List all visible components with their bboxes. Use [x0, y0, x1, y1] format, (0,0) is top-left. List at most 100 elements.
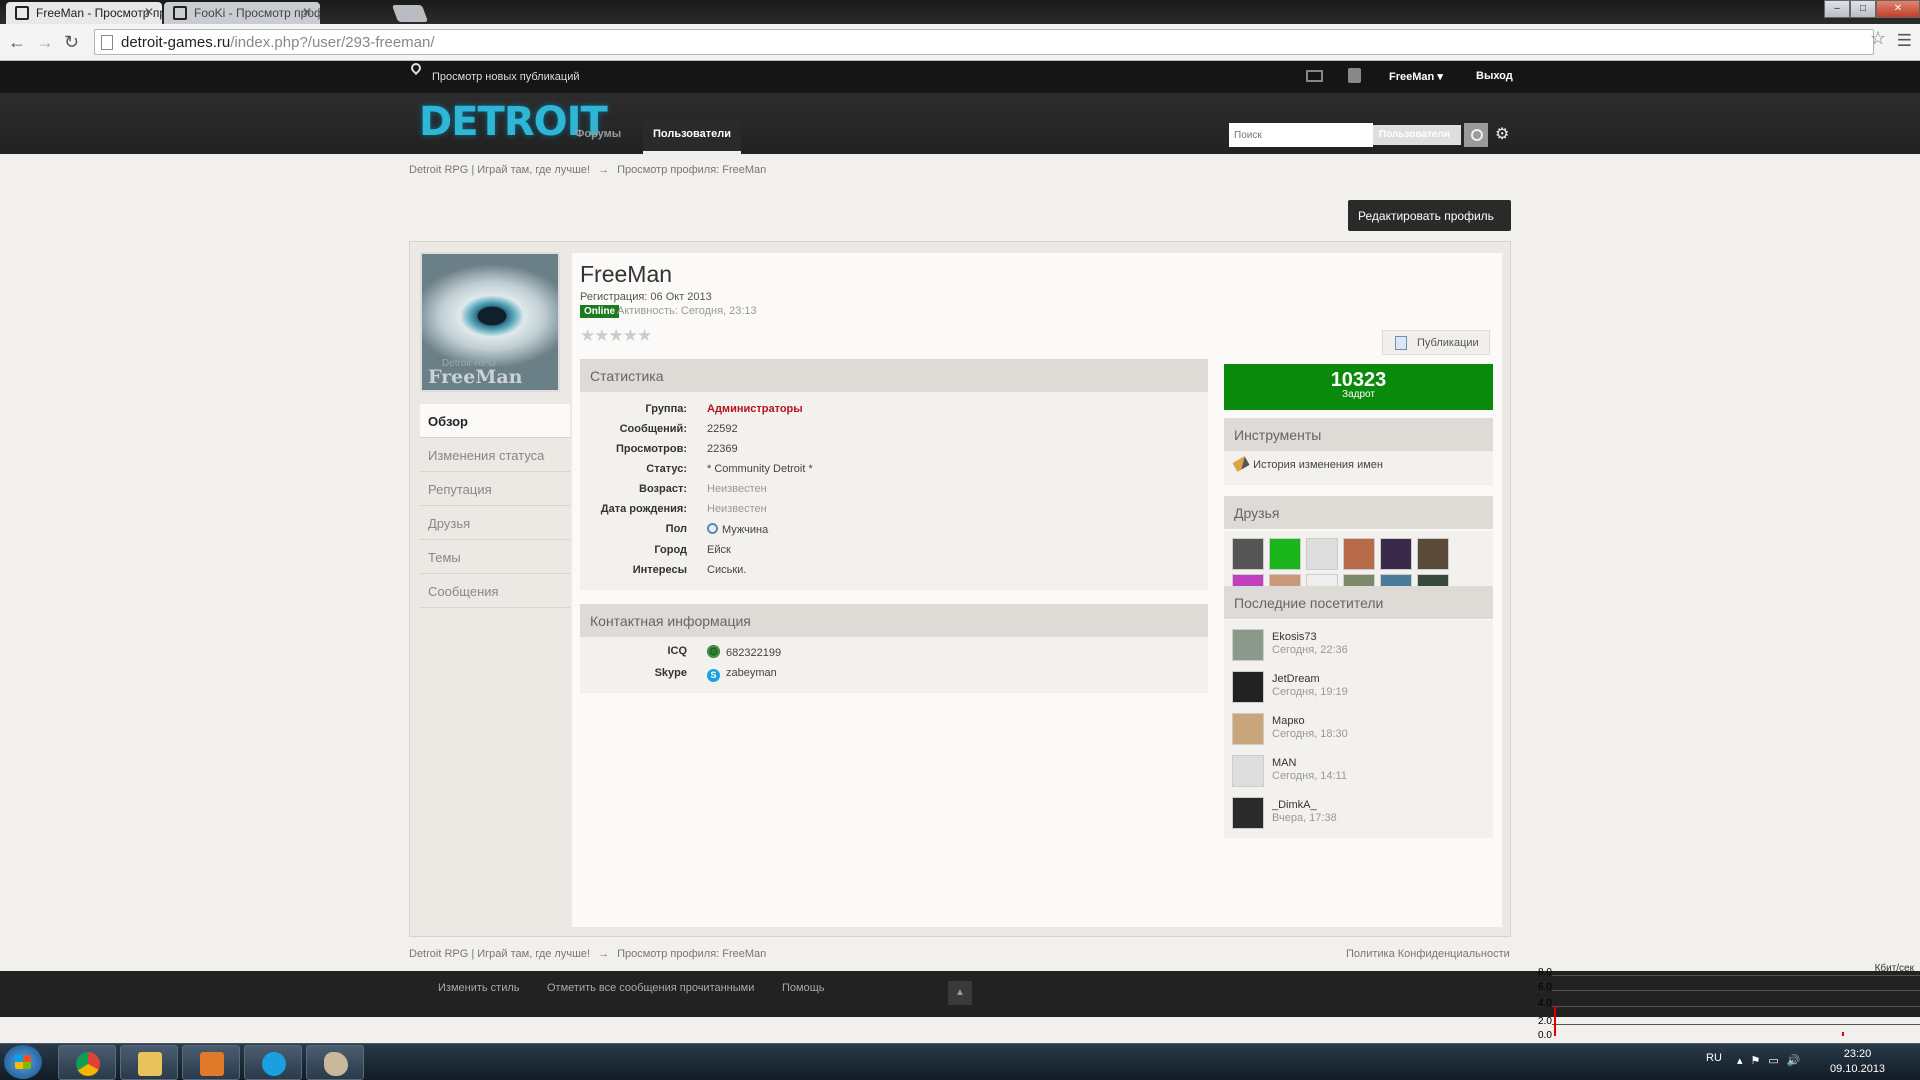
edit-profile-button[interactable]: Редактировать профиль [1348, 200, 1511, 231]
close-tab-icon[interactable]: ✕ [144, 5, 154, 19]
netmeter-scale-label: 0.0 [1538, 1030, 1552, 1041]
mark-all-read-link[interactable]: Отметить все сообщения прочитанными [547, 982, 754, 994]
browser-tab[interactable]: FooKi - Просмотр профи ✕ [164, 2, 320, 24]
friend-avatar[interactable] [1380, 538, 1412, 570]
clock-time: 23:20 [1843, 1048, 1872, 1060]
visitor-time: Сегодня, 19:19 [1272, 686, 1348, 698]
system-clock[interactable]: 23:20 09.10.2013 [1830, 1047, 1885, 1077]
stat-value-group[interactable]: Администраторы [707, 403, 803, 415]
start-button[interactable] [4, 1045, 42, 1079]
back-to-top-button[interactable]: ▲ [948, 981, 972, 1005]
avatar[interactable] [1232, 755, 1264, 787]
profile-menu-topics[interactable]: Темы [420, 540, 570, 574]
icq-icon [707, 645, 720, 658]
document-icon [1395, 336, 1407, 350]
stat-label: Группа: [645, 403, 687, 415]
friend-avatar[interactable] [1232, 538, 1264, 570]
browser-menu-icon[interactable]: ☰ [1897, 31, 1912, 51]
visitor-name[interactable]: MAN [1272, 757, 1296, 769]
stats-table: Группа: Администраторы Сообщений: 22592 … [580, 392, 1208, 590]
gear-icon[interactable]: ⚙ [1495, 124, 1509, 144]
taskbar-explorer[interactable] [120, 1045, 178, 1080]
netmeter-scale-label: 4.0 [1538, 998, 1552, 1009]
avatar[interactable] [1232, 797, 1264, 829]
name-history-link[interactable]: История изменения имен [1253, 459, 1383, 471]
breadcrumb-home[interactable]: Detroit RPG | Играй там, где лучше! [409, 948, 590, 960]
folder-icon [138, 1052, 162, 1076]
reload-icon[interactable]: ↻ [64, 32, 79, 53]
friend-avatar[interactable] [1269, 538, 1301, 570]
logo-text: DETROIT [419, 99, 608, 145]
media-player-icon [200, 1052, 224, 1076]
user-menu-label: FreeMan [1389, 71, 1435, 83]
browser-tab-active[interactable]: FreeMan - Просмотр про ✕ [6, 2, 162, 24]
friend-avatar[interactable] [1417, 538, 1449, 570]
change-style-link[interactable]: Изменить стиль [438, 982, 520, 994]
profile-menu-posts[interactable]: Сообщения [420, 574, 570, 608]
search-input[interactable] [1229, 123, 1373, 147]
close-tab-icon[interactable]: ✕ [302, 5, 312, 19]
search-icon[interactable] [1464, 123, 1488, 147]
forward-arrow-icon[interactable]: → [36, 32, 54, 53]
inbox-icon[interactable] [1306, 70, 1323, 82]
breadcrumb-home[interactable]: Detroit RPG | Играй там, где лучше! [409, 164, 590, 176]
taskbar-media-player[interactable] [182, 1045, 240, 1080]
page-icon [101, 35, 113, 50]
avatar[interactable] [1232, 629, 1264, 661]
friend-avatar[interactable] [1306, 538, 1338, 570]
visitor-name[interactable]: _DimkA_ [1272, 799, 1317, 811]
profile-menu-reputation[interactable]: Репутация [420, 472, 570, 506]
netmeter-scale-label: 2.0 [1538, 1016, 1552, 1027]
taskbar-skype[interactable] [244, 1045, 302, 1080]
avatar[interactable] [1232, 671, 1264, 703]
skype-name: zabeyman [726, 667, 777, 679]
maximize-button[interactable]: □ [1850, 0, 1876, 18]
profile-menu-overview[interactable]: Обзор [420, 404, 570, 438]
publications-button[interactable]: Публикации [1382, 330, 1490, 355]
netmeter-scale-label: 6.0 [1538, 982, 1552, 993]
taskbar-paint[interactable] [306, 1045, 364, 1080]
nav-forums[interactable]: Форумы [575, 128, 621, 140]
taskbar-chrome[interactable] [58, 1045, 116, 1080]
logout-link[interactable]: Выход [1476, 70, 1513, 82]
back-arrow-icon[interactable]: ← [8, 32, 26, 53]
minimize-button[interactable]: ‒ [1824, 0, 1850, 18]
profile-menu-status-updates[interactable]: Изменения статуса [420, 438, 570, 472]
visitor-name[interactable]: JetDream [1272, 673, 1320, 685]
site-favicon-icon [15, 6, 29, 20]
profile-username: FreeMan [580, 261, 673, 287]
profile-avatar: Detroit RPG FreeMan [420, 252, 560, 392]
new-tab-button[interactable] [391, 5, 429, 22]
new-content-link[interactable]: Просмотр новых публикаций [432, 71, 580, 83]
visitor-name[interactable]: Ekosis73 [1272, 631, 1317, 643]
close-window-button[interactable]: ✕ [1876, 0, 1920, 18]
bookmark-star-icon[interactable]: ☆ [1870, 28, 1886, 49]
site-favicon-icon [173, 6, 187, 20]
site-logo[interactable]: DETROIT [419, 98, 608, 146]
friend-avatar[interactable] [1343, 538, 1375, 570]
profile-menu-friends[interactable]: Друзья [420, 506, 570, 540]
netmeter-scale-label: 8.0 [1538, 967, 1552, 978]
notifications-icon[interactable] [1348, 68, 1361, 83]
search-scope-button[interactable]: Пользователи [1373, 125, 1461, 145]
stat-value: Ейск [707, 544, 731, 556]
breadcrumb-current: Просмотр профиля: FreeMan [617, 164, 767, 176]
visitor-time: Вчера, 17:38 [1272, 812, 1337, 824]
nav-users[interactable]: Пользователи [643, 120, 742, 154]
help-link[interactable]: Помощь [782, 982, 825, 994]
stat-label: Возраст: [639, 483, 687, 495]
breadcrumb-current: Просмотр профиля: FreeMan [617, 948, 767, 960]
contact-label: ICQ [667, 645, 687, 657]
language-indicator[interactable]: RU [1706, 1052, 1722, 1064]
privacy-policy-link[interactable]: Политика Конфиденциальности [1346, 948, 1510, 960]
visitor-name[interactable]: Марко [1272, 715, 1305, 727]
profile-main: FreeMan Регистрация: 06 Окт 2013 Online … [572, 253, 1502, 927]
avatar[interactable] [1232, 713, 1264, 745]
user-menu[interactable]: FreeMan ▾ [1389, 70, 1443, 83]
url-field[interactable]: detroit-games.ru/index.php?/user/293-fre… [94, 29, 1874, 55]
system-tray-icons[interactable]: ▴⚑▭🔊 [1737, 1054, 1808, 1067]
contact-value: 682322199 [707, 645, 781, 659]
rating-stars[interactable]: ★★★★★ [580, 326, 652, 346]
url-path: /index.php?/user/293-freeman/ [230, 34, 435, 51]
chrome-icon [76, 1052, 100, 1076]
